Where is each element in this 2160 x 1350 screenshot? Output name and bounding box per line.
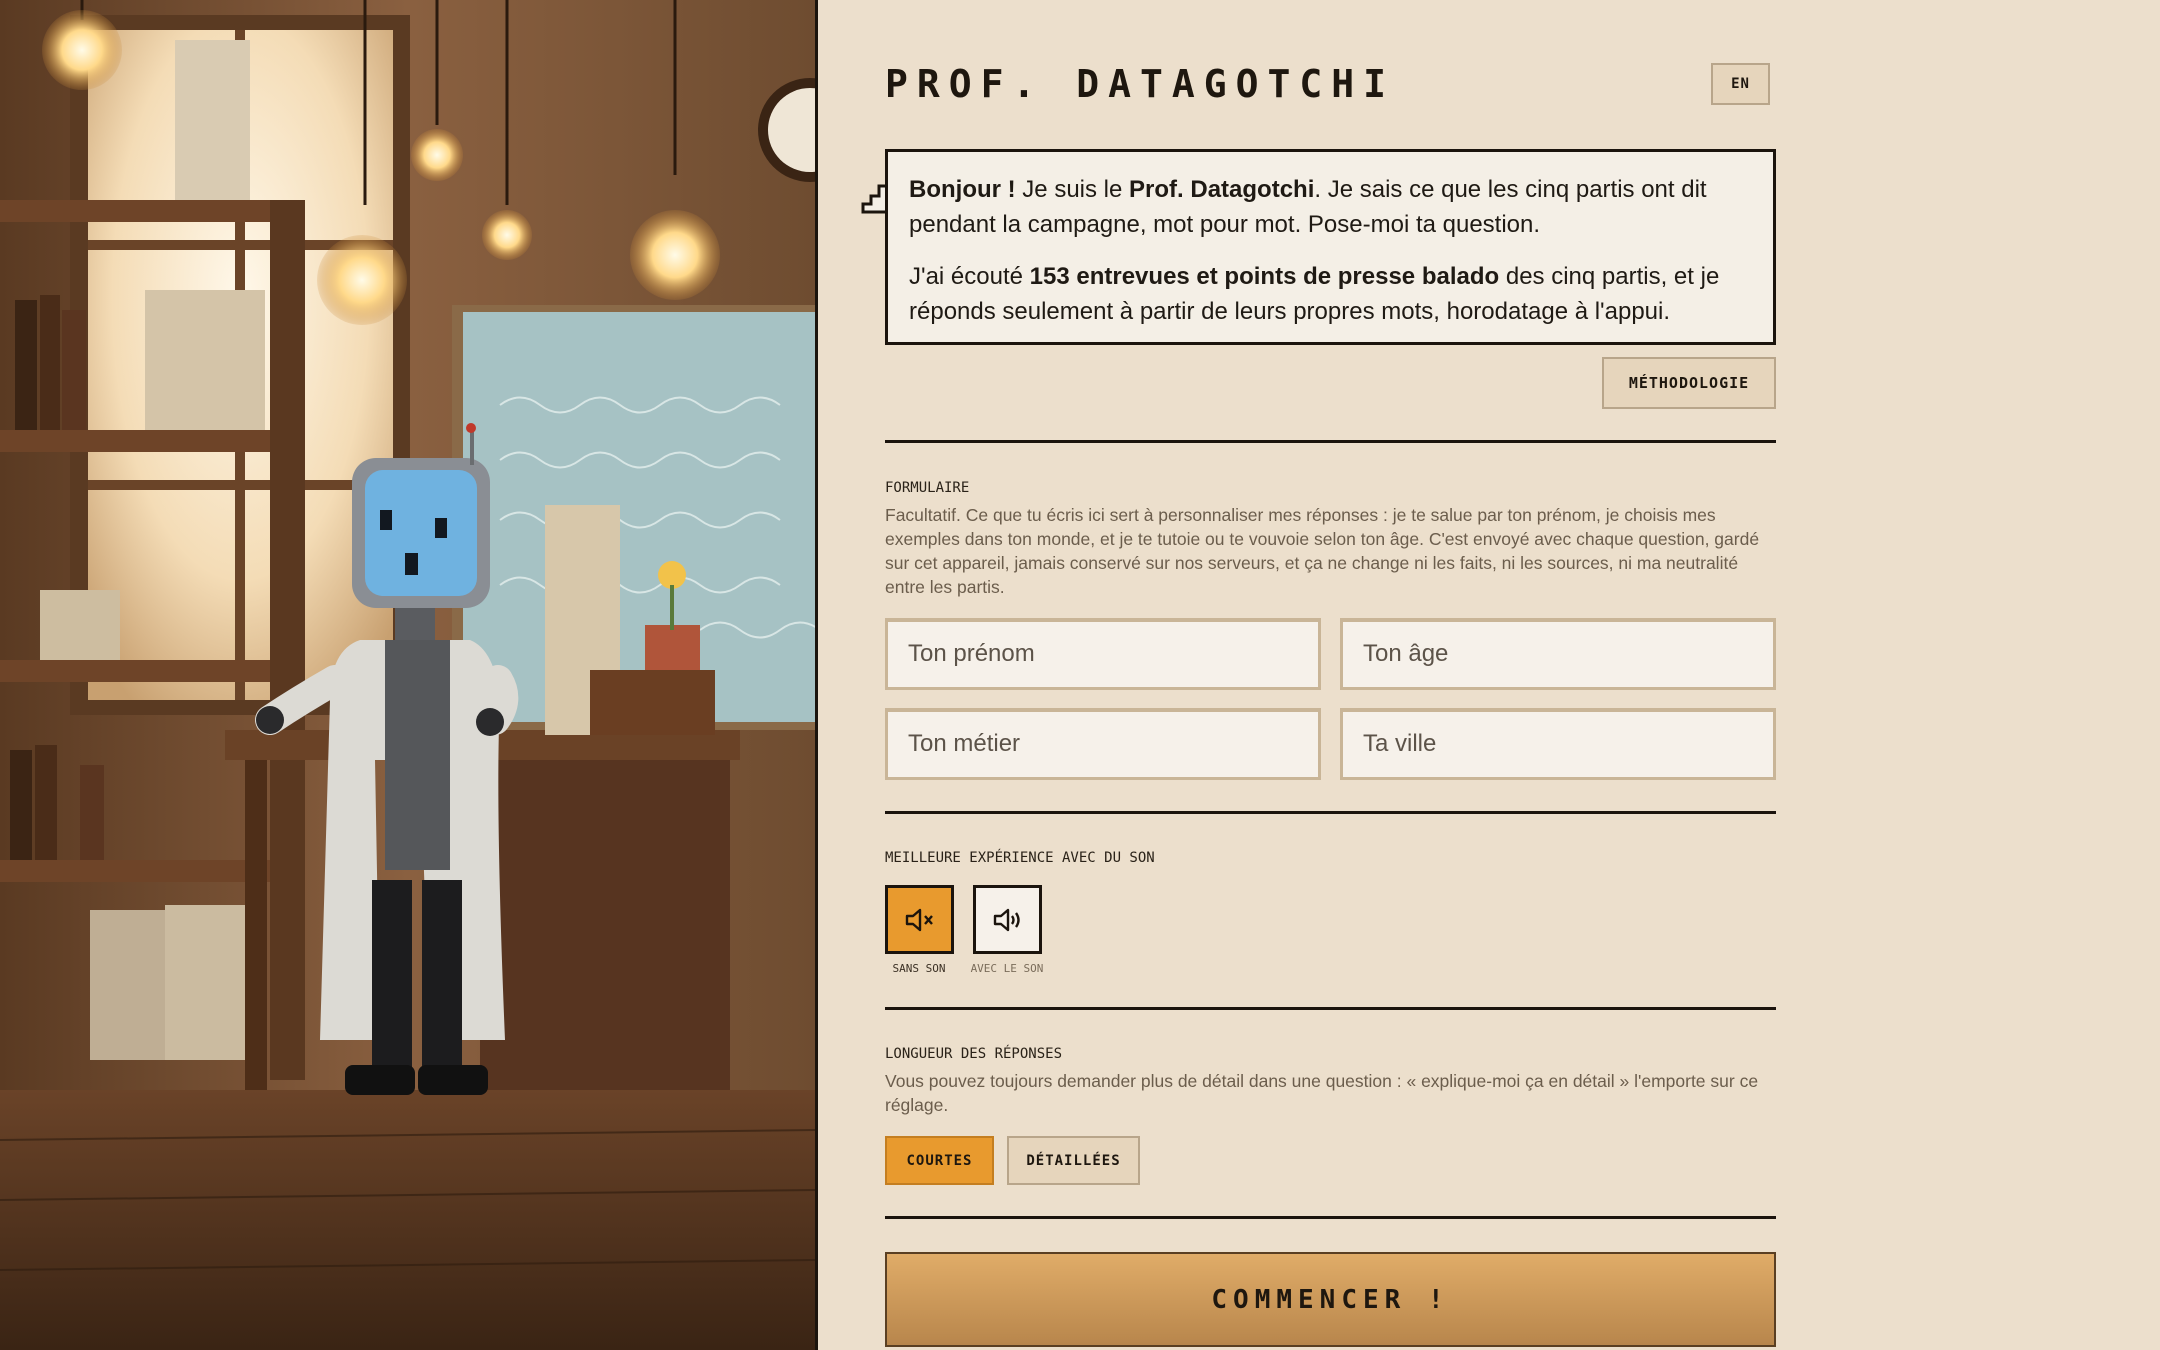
length-description: Vous pouvez toujours demander plus de dé… (885, 1071, 1759, 1115)
occupation-input[interactable]: Ton métier (885, 708, 1321, 780)
start-button[interactable]: COMMENCER ! (885, 1252, 1776, 1347)
divider (885, 440, 1776, 443)
city-input[interactable]: Ta ville (1340, 708, 1776, 780)
intro-paragraph-2: J'ai écouté 153 entrevues et points de p… (909, 263, 1720, 325)
age-input[interactable]: Ton âge (1340, 618, 1776, 690)
language-toggle-button[interactable]: EN (1711, 63, 1770, 105)
detailed-answers-button[interactable]: DÉTAILLÉES (1007, 1136, 1140, 1185)
robot-professor-image (0, 0, 815, 1350)
short-answers-button[interactable]: COURTES (885, 1136, 994, 1185)
app-title: PROF. DATAGOTCHI (885, 62, 1396, 106)
first-name-input[interactable]: Ton prénom (885, 618, 1321, 690)
intro-speech-bubble: Bonjour ! Je suis le Prof. Datagotchi. J… (885, 149, 1776, 345)
divider (885, 811, 1776, 814)
speaker-mute-icon (905, 908, 933, 931)
speaker-on-icon (993, 908, 1020, 931)
sound-off-caption: SANS SON (892, 962, 946, 975)
intro-paragraph-1: Bonjour ! Je suis le Prof. Datagotchi. J… (909, 176, 1707, 238)
methodology-button[interactable]: MÉTHODOLOGIE (1602, 357, 1776, 409)
sound-off-button[interactable] (885, 885, 954, 954)
form-section-label: FORMULAIRE (885, 480, 970, 496)
divider (885, 1216, 1776, 1219)
divider (885, 1007, 1776, 1010)
classroom-illustration (0, 0, 818, 1350)
sound-section-label: MEILLEURE EXPÉRIENCE AVEC DU SON (885, 850, 1155, 866)
sound-on-caption: AVEC LE SON (970, 962, 1044, 975)
sound-on-button[interactable] (973, 885, 1042, 954)
length-section-label: LONGUEUR DES RÉPONSES (885, 1046, 1063, 1062)
form-description: Facultatif. Ce que tu écris ici sert à p… (885, 505, 1760, 597)
